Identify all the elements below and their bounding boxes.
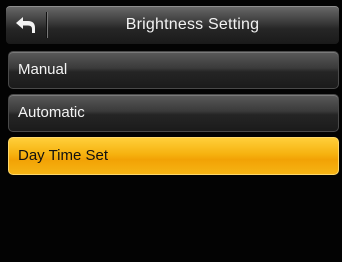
page-title: Brightness Setting	[125, 16, 260, 33]
title-bar: Brightness Setting	[6, 6, 339, 44]
menu-item-label: Manual	[18, 61, 68, 78]
menu-item-day-time-set[interactable]: Day Time Set	[8, 137, 339, 175]
menu-item-manual[interactable]: Manual	[8, 51, 339, 89]
menu-item-automatic[interactable]: Automatic	[8, 94, 339, 132]
title-divider	[46, 12, 47, 38]
back-button[interactable]	[6, 6, 46, 44]
menu-item-label: Day Time Set	[18, 147, 109, 164]
menu-item-label: Automatic	[18, 104, 85, 121]
device-screen: Brightness Setting Manual Automatic Day …	[0, 0, 342, 262]
back-arrow-icon	[14, 15, 38, 35]
